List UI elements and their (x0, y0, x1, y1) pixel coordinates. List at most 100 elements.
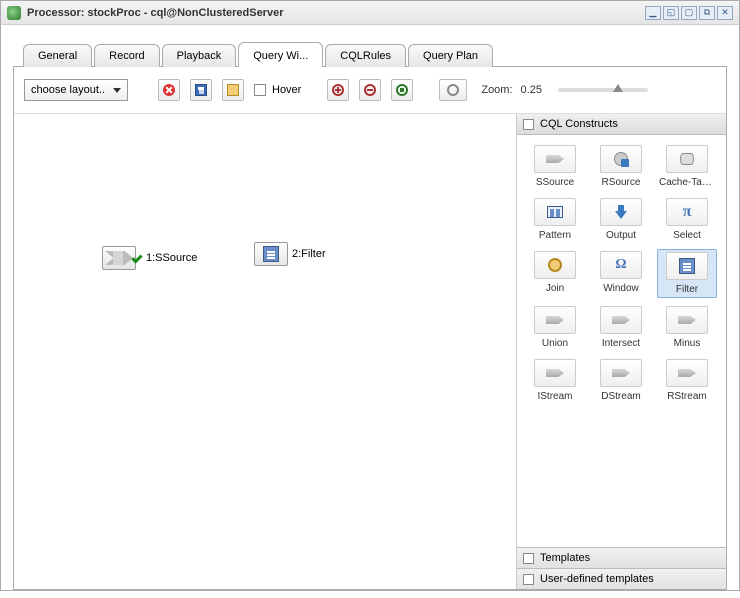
close-button[interactable]: ✕ (717, 6, 733, 20)
zoom-box-icon (447, 84, 459, 96)
construct-label: Output (593, 230, 649, 241)
output-icon (615, 205, 627, 219)
section-label: User-defined templates (540, 573, 654, 585)
node-ssource[interactable]: 1:SSource (102, 246, 197, 270)
construct-intersect[interactable]: Intersect (591, 304, 651, 351)
tab-label: Record (109, 50, 144, 62)
zoom-label: Zoom: (481, 84, 512, 96)
ssource-icon (105, 251, 133, 265)
pi-icon: π (683, 203, 692, 221)
construct-label: Minus (659, 338, 715, 349)
collapse-icon (523, 553, 534, 564)
tab-label: Query Wi... (253, 50, 308, 62)
database-icon (680, 153, 694, 165)
zoom-value: 0.25 (521, 84, 542, 96)
construct-label: IStream (527, 391, 583, 402)
construct-label: RStream (659, 391, 715, 402)
cancel-icon (163, 84, 175, 96)
zoom-fit-button[interactable] (391, 79, 413, 101)
filter-icon (679, 258, 695, 274)
zoom-fit-icon (396, 84, 408, 96)
tab-label: Playback (177, 50, 222, 62)
construct-rstream[interactable]: RStream (657, 357, 717, 404)
app-icon (7, 6, 21, 20)
construct-minus[interactable]: Minus (657, 304, 717, 351)
layout-select[interactable]: choose layout.. (24, 79, 128, 101)
tab-label: General (38, 50, 77, 62)
rsource-icon (614, 152, 628, 166)
layout-select-label: choose layout.. (31, 84, 105, 96)
construct-label: SSource (527, 177, 583, 188)
construct-join[interactable]: Join (525, 249, 585, 298)
grid-button[interactable] (222, 79, 244, 101)
arrow-icon (678, 316, 696, 324)
window-title: Processor: stockProc - cql@NonClusteredS… (27, 7, 645, 19)
construct-cache-table[interactable]: Cache-Table (657, 143, 717, 190)
construct-label: Union (527, 338, 583, 349)
zoom-in-button[interactable] (327, 79, 349, 101)
tab-label: CQLRules (340, 50, 391, 62)
construct-window[interactable]: Ω Window (591, 249, 651, 298)
palette-header[interactable]: CQL Constructs (517, 114, 726, 135)
grid-icon (227, 84, 239, 96)
construct-label: Intersect (593, 338, 649, 349)
construct-filter[interactable]: Filter (657, 249, 717, 298)
palette-section-user-templates[interactable]: User-defined templates (517, 568, 726, 589)
restore-button[interactable]: ◱ (663, 6, 679, 20)
arrow-icon (546, 369, 564, 377)
zoom-box-button[interactable] (439, 79, 467, 101)
tab-query-plan[interactable]: Query Plan (408, 44, 493, 67)
construct-output[interactable]: Output (591, 196, 651, 243)
construct-ssource[interactable]: SSource (525, 143, 585, 190)
zoom-in-icon (332, 84, 344, 96)
construct-union[interactable]: Union (525, 304, 585, 351)
node-label: 2:Filter (292, 248, 326, 260)
tabstrip: General Record Playback Query Wi... CQLR… (13, 41, 727, 66)
tab-playback[interactable]: Playback (162, 44, 237, 67)
section-label: Templates (540, 552, 590, 564)
tab-label: Query Plan (423, 50, 478, 62)
construct-label: Window (593, 283, 649, 294)
delete-button[interactable] (158, 79, 180, 101)
tab-query-wizard[interactable]: Query Wi... (238, 42, 323, 67)
construct-select[interactable]: πSelect (657, 196, 717, 243)
join-icon (548, 258, 562, 272)
titlebar: Processor: stockProc - cql@NonClusteredS… (1, 1, 739, 25)
tab-cqlrules[interactable]: CQLRules (325, 44, 406, 67)
save-button[interactable] (190, 79, 212, 101)
pattern-icon (547, 206, 563, 218)
palette-section-templates[interactable]: Templates (517, 547, 726, 568)
hover-checkbox[interactable] (254, 84, 266, 96)
construct-label: RSource (593, 177, 649, 188)
chevron-down-icon (113, 88, 121, 93)
dock-button[interactable]: ⧉ (699, 6, 715, 20)
construct-pattern[interactable]: Pattern (525, 196, 585, 243)
tab-general[interactable]: General (23, 44, 92, 67)
construct-label: DStream (593, 391, 649, 402)
arrow-icon (612, 316, 630, 324)
hover-label: Hover (272, 84, 301, 96)
construct-istream[interactable]: IStream (525, 357, 585, 404)
construct-label: Pattern (527, 230, 583, 241)
zoom-slider[interactable] (558, 88, 648, 92)
canvas[interactable]: 1:SSource 2:Filter (14, 114, 516, 589)
minimize-button[interactable]: ▁ (645, 6, 661, 20)
arrow-icon (612, 369, 630, 377)
arrow-icon (678, 369, 696, 377)
arrow-icon (546, 316, 564, 324)
filter-icon (263, 246, 279, 262)
construct-rsource[interactable]: RSource (591, 143, 651, 190)
omega-icon: Ω (615, 257, 626, 273)
node-filter[interactable]: 2:Filter (254, 242, 326, 266)
arrow-icon (546, 155, 564, 163)
save-icon (195, 84, 207, 96)
collapse-icon (523, 574, 534, 585)
palette-title: CQL Constructs (540, 118, 618, 130)
zoom-out-button[interactable] (359, 79, 381, 101)
maximize-button[interactable]: ▢ (681, 6, 697, 20)
construct-dstream[interactable]: DStream (591, 357, 651, 404)
construct-label: Cache-Table (659, 177, 715, 188)
node-label: 1:SSource (146, 252, 197, 264)
toolbar: choose layout.. Hover Zoom: (14, 67, 726, 114)
tab-record[interactable]: Record (94, 44, 159, 67)
